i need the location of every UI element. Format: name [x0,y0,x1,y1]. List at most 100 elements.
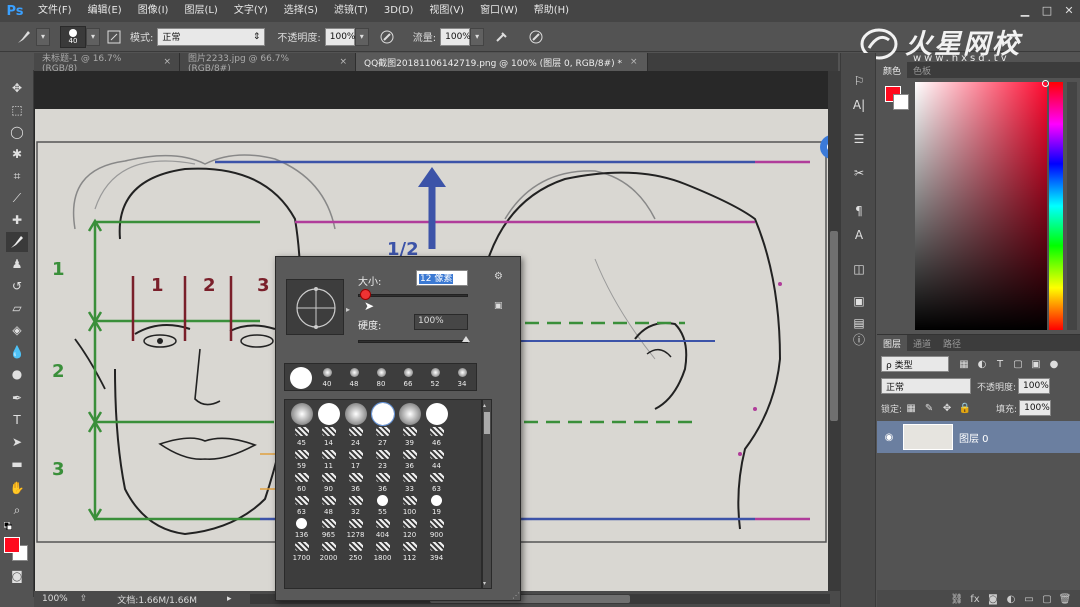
history-brush-tool-icon[interactable]: ↺ [6,276,28,296]
history-panel-icon[interactable]: ⚐ [848,71,870,91]
tab-layers[interactable]: 图层 [877,335,908,351]
flow-input[interactable]: 100% [440,27,471,46]
brush-preset-item[interactable]: 100 [396,493,423,516]
menu-file[interactable]: 文件(F) [30,0,80,22]
filter-pixel-icon[interactable]: ▦ [957,357,971,371]
layer-filter-select[interactable]: ρ 类型 [881,356,949,372]
gear-icon[interactable]: ⚙ [494,271,503,282]
pressure-size-icon[interactable] [526,27,546,47]
saturation-value-picker[interactable] [915,80,1049,330]
brush-preset-item[interactable]: 250 [342,539,369,562]
layer-opacity-input[interactable]: 100% [1018,378,1051,394]
paint-bucket-tool-icon[interactable]: ◈ [6,320,28,340]
menu-type[interactable]: 文字(Y) [226,0,276,22]
foreground-color-swatch[interactable] [4,537,20,553]
tab-color[interactable]: 颜色 [877,62,908,78]
brush-preset-item[interactable]: 394 [423,539,450,562]
brush-preset-item[interactable]: 45 [288,424,315,447]
fx-icon[interactable]: fx [966,594,984,605]
delete-layer-icon[interactable]: 🗑 [1056,594,1074,605]
menu-help[interactable]: 帮助(H) [526,0,577,22]
opacity-dropdown[interactable]: ▾ [354,27,369,46]
filter-shape-icon[interactable]: ▢ [1011,357,1025,371]
brush-panel-toggle-icon[interactable] [104,27,124,47]
layer-item[interactable]: ◉ 图层 0 [877,421,1080,453]
opacity-input[interactable]: 100% [324,27,355,46]
brush-preset-item[interactable]: 36 [342,470,369,493]
healing-brush-tool-icon[interactable]: ✚ [6,210,28,230]
brush-preset-item[interactable]: 36 [396,447,423,470]
new-layer-icon[interactable]: ▢ [1038,594,1056,605]
link-layers-icon[interactable]: ⛓ [948,594,966,605]
info-panel-icon[interactable]: ⓘ [848,329,870,349]
hardness-slider-handle[interactable] [462,336,470,342]
brush-preset-item[interactable] [288,402,315,425]
eraser-tool-icon[interactable]: ▱ [6,298,28,318]
blend-mode-select[interactable]: 正常 [881,378,971,394]
brush-preset-item[interactable]: 1700 [288,539,315,562]
tool-preset-dropdown[interactable]: ▾ [36,27,50,46]
recent-brush-item[interactable]: 66 [396,365,420,391]
filter-type-icon[interactable]: T [993,357,1007,371]
lock-transparent-icon[interactable]: ▦ [904,401,918,415]
close-button[interactable]: ✕ [1058,0,1080,20]
brush-preset-item[interactable]: 59 [288,447,315,470]
brush-preset-item[interactable] [315,402,342,425]
menu-layer[interactable]: 图层(L) [176,0,225,22]
brush-preset-item[interactable]: 17 [342,447,369,470]
airbrush-icon[interactable] [492,27,512,47]
scroll-up-icon[interactable]: ▴ [483,402,491,409]
tab-close-icon[interactable]: × [163,57,171,67]
fill-input[interactable]: 100% [1019,400,1052,416]
tab-paths[interactable]: 路径 [937,335,967,351]
hand-tool-icon[interactable]: ✋ [6,478,28,498]
pressure-opacity-icon[interactable] [377,27,397,47]
brush-preset-item[interactable]: 33 [396,470,423,493]
recent-brush-item[interactable]: 80 [369,365,393,391]
blur-tool-icon[interactable]: 💧 [6,342,28,362]
layer-name[interactable]: 图层 0 [959,430,989,445]
clone-source-icon[interactable]: ◫ [848,259,870,279]
menu-select[interactable]: 选择(S) [276,0,326,22]
tool-presets-icon[interactable]: ✂ [848,163,870,183]
brush-preset-item[interactable]: 90 [315,470,342,493]
move-tool-icon[interactable]: ✥ [6,78,28,98]
character-panel-icon[interactable]: A| [848,95,870,115]
recent-brush-item[interactable]: 40 [315,365,339,391]
brush-preset-item[interactable]: 44 [423,447,450,470]
brush-tool-icon[interactable] [6,232,28,252]
menu-edit[interactable]: 编辑(E) [80,0,130,22]
hardness-slider[interactable] [358,340,468,343]
eye-visibility-icon[interactable]: ◉ [881,432,897,443]
brush-preset-item[interactable]: 19 [423,493,450,516]
quick-mask-icon[interactable]: ◙ [6,566,28,586]
color-panel-background-swatch[interactable] [893,94,909,110]
pen-tool-icon[interactable]: ✒ [6,388,28,408]
character-styles-icon[interactable]: A [848,225,870,245]
brush-preset-item[interactable]: 32 [342,493,369,516]
tab-close-icon[interactable]: × [339,57,347,67]
default-colors-icon[interactable] [3,521,13,531]
paragraph-panel-icon[interactable]: ¶ [848,201,870,221]
brush-preset-item[interactable]: 1800 [369,539,396,562]
brush-preset-item[interactable]: 900 [423,516,450,539]
recent-brush-item[interactable]: 52 [423,365,447,391]
tab-close-icon[interactable]: × [630,57,638,67]
menu-window[interactable]: 窗口(W) [472,0,526,22]
resize-grip-icon[interactable]: ⋰ [512,591,520,600]
brush-preset-item[interactable]: 46 [423,424,450,447]
brush-preset-item[interactable] [396,402,423,425]
path-select-tool-icon[interactable]: ➤ [6,432,28,452]
add-mask-icon[interactable]: ◙ [984,594,1002,605]
filter-smart-object-icon[interactable]: ▣ [1029,357,1043,371]
brush-preset-item[interactable] [369,401,396,426]
lock-all-icon[interactable]: 🔒 [958,401,972,415]
tab-untitled[interactable]: 未标题-1 @ 16.7%(RGB/8) × [34,53,180,74]
brush-preset-item[interactable]: 36 [369,470,396,493]
brush-preset-item[interactable]: 39 [396,424,423,447]
brush-preset-item[interactable]: 55 [369,493,396,516]
zoom-tool-icon[interactable]: ⌕ [6,500,28,520]
magic-wand-tool-icon[interactable]: ✱ [6,144,28,164]
brush-preset-item[interactable]: 2000 [315,539,342,562]
stamp-tool-icon[interactable]: ♟ [6,254,28,274]
